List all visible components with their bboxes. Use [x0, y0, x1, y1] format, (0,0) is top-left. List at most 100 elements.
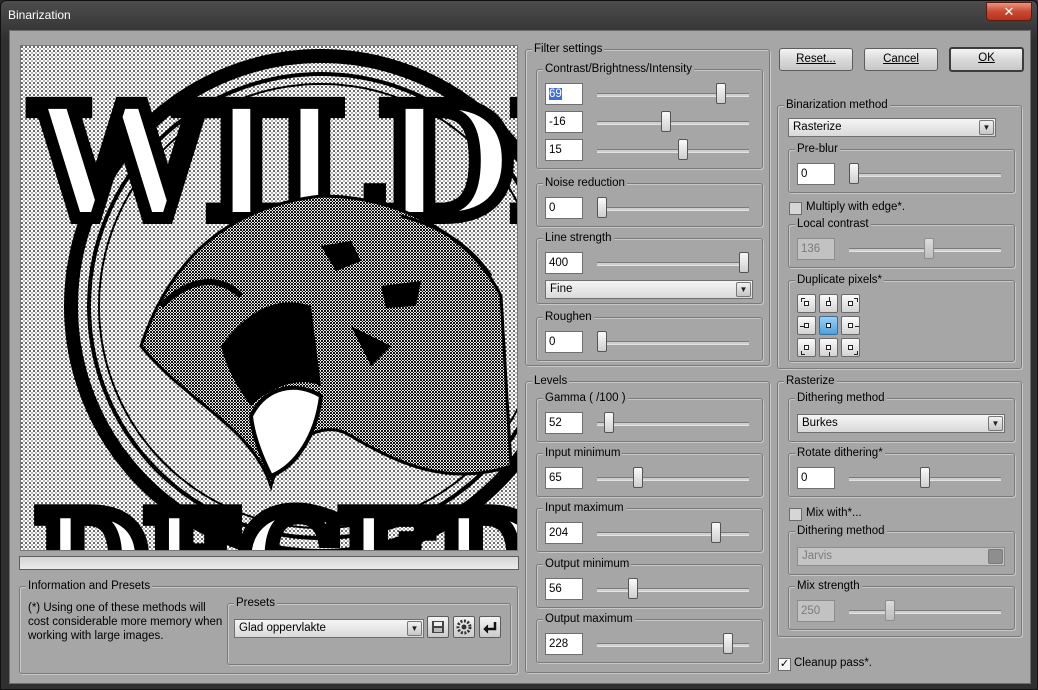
save-preset-button[interactable]: [427, 616, 449, 638]
duplicate-top-right-button[interactable]: [841, 294, 860, 313]
rasterize-title: Rasterize: [784, 374, 837, 388]
local-contrast-title: Local contrast: [795, 217, 871, 231]
line-strength-slider[interactable]: [739, 252, 749, 273]
dropdown-arrow-icon: ▼: [988, 416, 1003, 431]
rasterize-group: Rasterize Dithering method Burkes ▼ Rota…: [777, 374, 1022, 637]
roughen-input[interactable]: 0: [545, 331, 583, 353]
cancel-button[interactable]: Cancel: [864, 48, 938, 71]
cleanup-label: Cleanup pass*.: [794, 657, 872, 669]
duplicate-bottom-left-button[interactable]: [797, 338, 816, 357]
roughen-group: Roughen 0: [536, 310, 763, 361]
line-strength-mode-value: Fine: [550, 283, 573, 295]
output-min-group: Output minimum 56: [536, 557, 763, 608]
output-min-slider[interactable]: [628, 578, 639, 599]
preview-image[interactable]: WILDLI DECEDVATIO: [20, 45, 518, 551]
title-bar: Binarization ✕: [1, 1, 1037, 29]
rotate-dithering-group: Rotate dithering* 0: [788, 446, 1015, 497]
output-max-group: Output maximum 228: [536, 612, 763, 663]
mix-strength-input[interactable]: 250: [797, 600, 835, 622]
brightness-slider[interactable]: [660, 111, 671, 132]
noise-slider[interactable]: [597, 197, 607, 218]
enter-icon: [483, 622, 497, 634]
duplicate-top-button[interactable]: [819, 294, 838, 313]
info-text: (*) Using one of these methods will cost…: [28, 602, 223, 642]
dithering-method-select[interactable]: Burkes ▼: [797, 414, 1005, 433]
output-max-input[interactable]: 228: [545, 633, 583, 655]
noise-input[interactable]: 0: [545, 197, 583, 219]
input-max-input[interactable]: 204: [545, 522, 583, 544]
roughen-slider[interactable]: [597, 331, 607, 352]
presets-select[interactable]: Glad oppervlakte ▼: [234, 619, 424, 638]
output-min-slider-track: [597, 588, 749, 592]
dithering-method-2-value: Jarvis: [802, 550, 833, 562]
output-min-title: Output minimum: [543, 557, 632, 571]
mix-strength-group: Mix strength 250: [788, 579, 1015, 630]
info-presets-group: Information and Presets (*) Using one of…: [19, 579, 518, 674]
roughen-title: Roughen: [543, 310, 594, 324]
dropdown-arrow-icon: ▼: [407, 621, 422, 636]
dithering-method-2-title: Dithering method: [795, 524, 887, 538]
local-contrast-input[interactable]: 136: [797, 238, 835, 260]
dithering-method-group: Dithering method Burkes ▼: [788, 391, 1015, 442]
contrast-input[interactable]: 69: [545, 83, 583, 105]
filter-settings-group: Filter settings Contrast/Brightness/Inte…: [525, 42, 770, 366]
output-max-slider[interactable]: [723, 633, 734, 654]
dithering-method-2-group: Dithering method Jarvis ▼: [788, 524, 1015, 575]
local-contrast-slider[interactable]: [924, 238, 935, 259]
brightness-input[interactable]: -16: [545, 111, 583, 133]
duplicate-center-button[interactable]: [819, 316, 838, 335]
reset-button[interactable]: Reset...: [779, 48, 853, 71]
local-contrast-group: Local contrast 136: [788, 217, 1015, 268]
noise-group: Noise reduction 0: [536, 176, 763, 227]
dithering-method-title: Dithering method: [795, 391, 887, 405]
gamma-slider-track: [597, 422, 749, 426]
intensity-slider[interactable]: [677, 139, 688, 160]
duplicate-bottom-button[interactable]: [819, 338, 838, 357]
line-strength-slider-track: [597, 262, 749, 266]
brightness-slider-track: [597, 121, 749, 125]
mix-with-checkbox[interactable]: [789, 508, 802, 521]
contrast-slider-track: [597, 93, 749, 97]
mix-with-label: Mix with*...: [806, 507, 862, 519]
contrast-slider[interactable]: [716, 83, 727, 104]
binarization-method-select[interactable]: Rasterize ▼: [788, 118, 996, 137]
preblur-slider[interactable]: [849, 163, 859, 184]
rotate-dithering-slider[interactable]: [920, 467, 930, 488]
duplicate-left-button[interactable]: [797, 316, 816, 335]
preview-graphic: WILDLI DECEDVATIO: [21, 46, 517, 550]
duplicate-top-left-button[interactable]: [797, 294, 816, 313]
line-strength-mode-select[interactable]: Fine ▼: [545, 280, 753, 299]
filter-settings-title: Filter settings: [532, 42, 605, 56]
roughen-slider-track: [597, 341, 749, 345]
dropdown-arrow-icon: ▼: [988, 549, 1003, 564]
gamma-slider[interactable]: [604, 412, 615, 433]
output-max-title: Output maximum: [543, 612, 635, 626]
duplicate-pixels-group: Duplicate pixels*: [788, 273, 1015, 362]
apply-preset-button[interactable]: [479, 616, 501, 638]
presets-title: Presets: [234, 596, 277, 610]
input-min-input[interactable]: 65: [545, 467, 583, 489]
duplicate-bottom-right-button[interactable]: [841, 338, 860, 357]
levels-title: Levels: [532, 374, 570, 388]
line-strength-group: Line strength 400 Fine ▼: [536, 231, 763, 304]
cleanup-checkbox[interactable]: ✓: [778, 658, 791, 671]
close-button[interactable]: ✕: [986, 2, 1032, 21]
dithering-method-2-select[interactable]: Jarvis ▼: [797, 547, 1005, 566]
line-strength-input[interactable]: 400: [545, 252, 583, 274]
dropdown-arrow-icon: ▼: [979, 120, 994, 135]
intensity-input[interactable]: 15: [545, 139, 583, 161]
duplicate-right-button[interactable]: [841, 316, 860, 335]
input-min-slider[interactable]: [632, 467, 643, 488]
preset-settings-button[interactable]: [453, 616, 475, 638]
gamma-input[interactable]: 52: [545, 412, 583, 434]
rotate-dithering-input[interactable]: 0: [797, 467, 835, 489]
dropdown-arrow-icon: ▼: [736, 282, 751, 297]
preblur-input[interactable]: 0: [797, 163, 835, 185]
input-max-slider[interactable]: [710, 522, 721, 543]
mix-strength-slider-track: [849, 610, 1001, 614]
intensity-slider-track: [597, 149, 749, 153]
multiply-edge-checkbox[interactable]: [789, 202, 802, 215]
output-min-input[interactable]: 56: [545, 578, 583, 600]
mix-strength-slider[interactable]: [884, 600, 895, 621]
ok-button[interactable]: OK: [949, 47, 1024, 72]
